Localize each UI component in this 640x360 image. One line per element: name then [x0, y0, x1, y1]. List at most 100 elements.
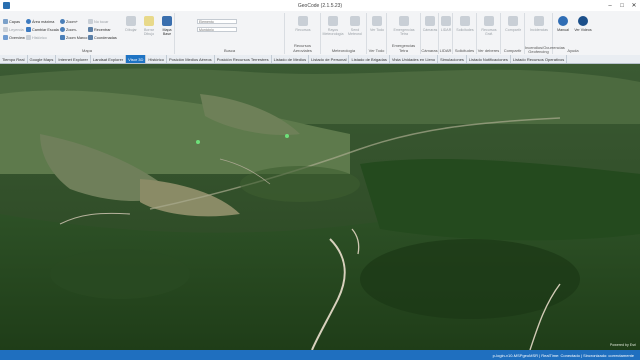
ribbon: Capas Leyenda Overview Área máxima Cambi…: [0, 11, 640, 56]
group-compartir: Compartir Compartir: [501, 13, 525, 54]
borrar-dibujo-button[interactable]: Borrar Dibujo: [141, 16, 157, 44]
zoom-out-icon: [60, 27, 65, 32]
cloud-icon: [350, 16, 360, 26]
compartir-button[interactable]: Compartir: [503, 16, 523, 44]
tab-listado-recursos-operativos[interactable]: Listado Recursos Operativos: [511, 55, 568, 63]
lidar-icon: [441, 16, 451, 26]
tab-listado-medios[interactable]: Listado de Medios: [272, 55, 310, 63]
group-recursos-aeroviales: Recursos Recursos Aeroviales: [285, 13, 321, 54]
history-icon: [26, 35, 31, 40]
group-lidar: LIDAR LIDAR: [439, 13, 453, 54]
app-icon: [3, 2, 10, 9]
lightning-icon: [328, 16, 338, 26]
zoom-in-button[interactable]: Zoom+: [60, 19, 78, 24]
group-label-emergencias-tetra: Emergencias Tetra: [391, 43, 416, 53]
group-busca: Busca: [175, 13, 285, 54]
3d-map-view[interactable]: Powered by Esri: [0, 64, 640, 350]
zoom-marco-button[interactable]: Zoom Marco: [60, 35, 87, 40]
fire-icon: [534, 16, 544, 26]
em-tetra-button[interactable]: Emergencias Tetra: [394, 16, 415, 44]
search-municipality-input[interactable]: [197, 27, 237, 32]
group-emergencias-tetra: Emergencias Tetra Emergencias Tetra: [387, 13, 421, 54]
group-ver-todo: Ver Todo Ver Todo: [367, 13, 387, 54]
group-label-camaras: Cámaras: [421, 48, 438, 53]
group-label-ver-deberes: Ver deberes: [477, 48, 500, 53]
maximize-icon[interactable]: □: [616, 0, 628, 11]
overview-icon: [3, 35, 8, 40]
group-label-busca: Busca: [223, 48, 236, 53]
mapa-base-button[interactable]: Mapa Base: [159, 16, 175, 44]
recursos-graf-button[interactable]: Recursos Gráf.: [479, 16, 499, 44]
basemap-icon: [162, 16, 172, 26]
send-meteo-button[interactable]: Send Meteorol: [345, 16, 365, 44]
group-label-lidar: LIDAR: [439, 48, 452, 53]
zoom-in-icon: [60, 19, 65, 24]
ver-todo-button[interactable]: Ver Todo: [367, 16, 387, 44]
area-maxima-button[interactable]: Área máxima: [26, 19, 54, 24]
window-title: GeoCode (2.1.5.23): [297, 2, 343, 9]
tab-internet-explorer[interactable]: Internet Explorer: [56, 55, 91, 63]
status-text: p-login-v10-MSPgeoMSR | RealTime: Conect…: [492, 352, 634, 358]
group-mapa: Capas Leyenda Overview Área máxima Cambi…: [0, 13, 175, 54]
tab-listado-brigadas[interactable]: Listado de Brigadas: [349, 55, 390, 63]
coordinates-icon: [88, 35, 93, 40]
cambiar-escala-button[interactable]: Cambiar Escala: [26, 27, 59, 32]
tab-vista-unidades[interactable]: Vista Unidades en Lleno: [390, 55, 439, 63]
overview-button[interactable]: Overview: [3, 35, 25, 40]
zoom-out-button[interactable]: Zoom-: [60, 27, 77, 32]
capas-button[interactable]: Capas: [3, 19, 20, 24]
tab-historico[interactable]: Histórico: [146, 55, 167, 63]
camera-icon: [425, 16, 435, 26]
group-label-compartir: Compartir: [503, 48, 522, 53]
group-meteorologia: Rayos Meteorología Send Meteorol Meteoro…: [321, 13, 367, 54]
eraser-icon: [144, 16, 154, 26]
request-icon: [460, 16, 470, 26]
group-label-solicitudes: Solicitudes: [454, 48, 475, 53]
tab-simulaciones[interactable]: Simulaciones: [438, 55, 467, 63]
group-label-meteorologia: Meteorología: [331, 48, 356, 53]
tab-visor-3d[interactable]: Visor 3D: [126, 55, 147, 63]
leyenda-button[interactable]: Leyenda: [3, 27, 24, 32]
tab-google-maps[interactable]: Google Maps: [28, 55, 57, 63]
group-ayuda: Manual Ver Videos Ayuda: [553, 13, 593, 54]
chart-icon: [484, 16, 494, 26]
zoom-frame-icon: [60, 35, 65, 40]
legend-icon: [3, 27, 8, 32]
ver-videos-button[interactable]: Ver Videos: [573, 16, 593, 44]
group-incendios: Incidencias Incendios/Ocurrencias Geofen…: [525, 13, 565, 54]
dibujar-button[interactable]: Dibujar: [123, 16, 139, 44]
share-icon: [508, 16, 518, 26]
no-tocar-button[interactable]: No tocar: [88, 19, 108, 24]
search-element-input[interactable]: [197, 19, 237, 24]
group-label-ver-todo: Ver Todo: [368, 48, 385, 53]
radio-icon: [399, 16, 409, 26]
minimize-icon[interactable]: –: [604, 0, 616, 11]
group-label-mapa: Mapa: [81, 48, 92, 53]
group-solicitudes: Solicitudes Solicitudes: [453, 13, 477, 54]
manual-button[interactable]: Manual: [553, 16, 573, 44]
help-icon: [558, 16, 568, 26]
terrain-imagery: [0, 64, 640, 350]
hand-icon: [88, 19, 93, 24]
historico-button[interactable]: Histórico: [26, 35, 47, 40]
incidencias-button[interactable]: Incidencias: [529, 16, 549, 44]
tab-landsat-explorer[interactable]: Landsat Explorer: [91, 55, 127, 63]
recentrar-button[interactable]: Recentrar: [88, 27, 111, 32]
solicitudes-button[interactable]: Solicitudes: [455, 16, 475, 44]
tab-listado-notificaciones[interactable]: Listado Notificaciones: [467, 55, 511, 63]
group-ver-deberes: Recursos Gráf. Ver deberes: [477, 13, 501, 54]
video-icon: [578, 16, 588, 26]
close-icon[interactable]: ✕: [628, 0, 640, 11]
rayos-meteo-button[interactable]: Rayos Meteorología: [323, 16, 344, 44]
tab-posicion-medios-aereos[interactable]: Posición Medios Aéreos: [167, 55, 215, 63]
aircraft-icon: [298, 16, 308, 26]
map-attribution: Powered by Esri: [609, 343, 636, 347]
tab-tiempo-real[interactable]: Tiempo Real: [0, 55, 28, 63]
tab-listado-personal[interactable]: Listado de Personal: [309, 55, 350, 63]
group-label-recursos-aeroviales: Recursos Aeroviales: [293, 43, 312, 53]
recursos-button[interactable]: Recursos: [293, 16, 313, 44]
view-tab-bar: Tiempo Real Google Maps Internet Explore…: [0, 55, 640, 64]
layers-icon: [3, 19, 8, 24]
tab-posicion-recursos-terrestres[interactable]: Posición Recursos Terrestres: [215, 55, 272, 63]
coordenadas-button[interactable]: Coordenadas: [88, 35, 117, 40]
